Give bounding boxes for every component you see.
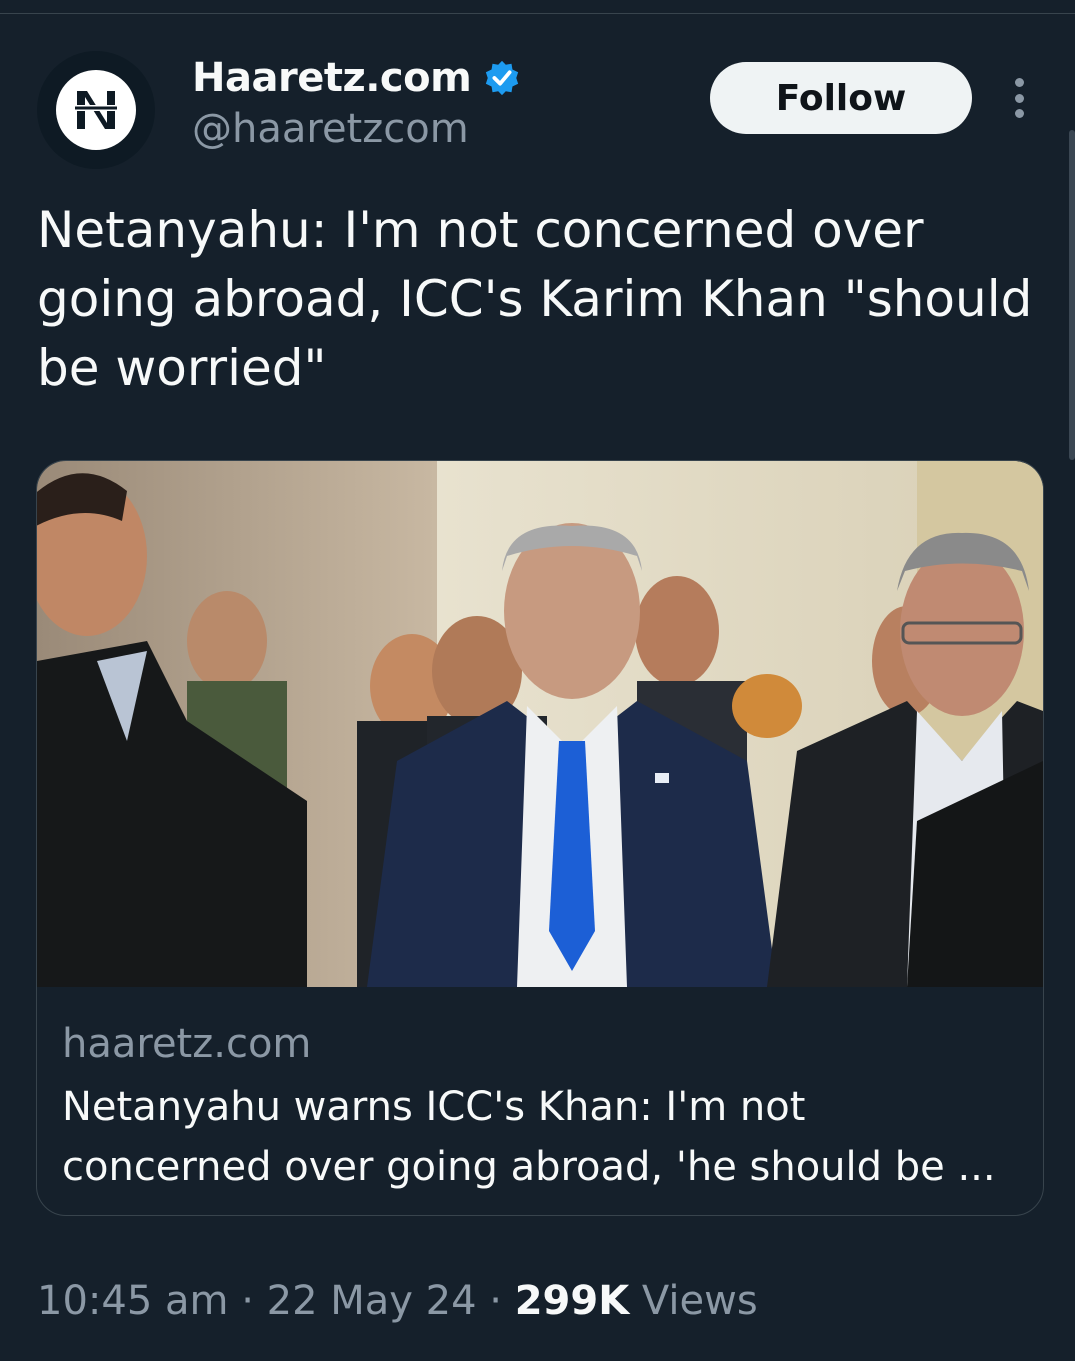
more-dot <box>1014 109 1024 118</box>
tweet-time[interactable]: 10:45 am <box>37 1278 228 1324</box>
verified-badge-icon <box>486 60 519 96</box>
tweet-date[interactable]: 22 May 24 <box>267 1278 477 1324</box>
meta-separator: · <box>241 1278 254 1324</box>
name-row: Haaretz.com <box>192 54 521 102</box>
author-avatar[interactable] <box>37 51 155 169</box>
link-card[interactable]: haaretz.com Netanyahu warns ICC's Khan: … <box>36 460 1044 1216</box>
author-display-name[interactable]: Haaretz.com <box>192 55 472 101</box>
author-block: Haaretz.com @haaretzcom <box>192 54 521 152</box>
more-vertical-icon[interactable] <box>1004 78 1034 118</box>
card-title: Netanyahu warns ICC's Khan: I'm not conc… <box>62 1084 996 1190</box>
news-photo-image <box>37 461 1043 987</box>
tweet-meta: 10:45 am · 22 May 24 · 299K Views <box>37 1278 758 1324</box>
scrollbar[interactable] <box>1069 130 1075 460</box>
author-handle[interactable]: @haaretzcom <box>192 106 521 152</box>
more-dot <box>1014 78 1024 87</box>
views-count: 299K <box>514 1278 630 1324</box>
tweet-text: Netanyahu: I'm not concerned over going … <box>37 201 1033 397</box>
top-divider <box>0 13 1075 14</box>
more-dot <box>1014 93 1024 103</box>
haaretz-logo-icon <box>56 70 136 150</box>
follow-button[interactable]: Follow <box>710 62 972 134</box>
card-domain: haaretz.com <box>62 1021 312 1067</box>
meta-separator: · <box>489 1278 502 1324</box>
views-label: Views <box>641 1278 758 1324</box>
